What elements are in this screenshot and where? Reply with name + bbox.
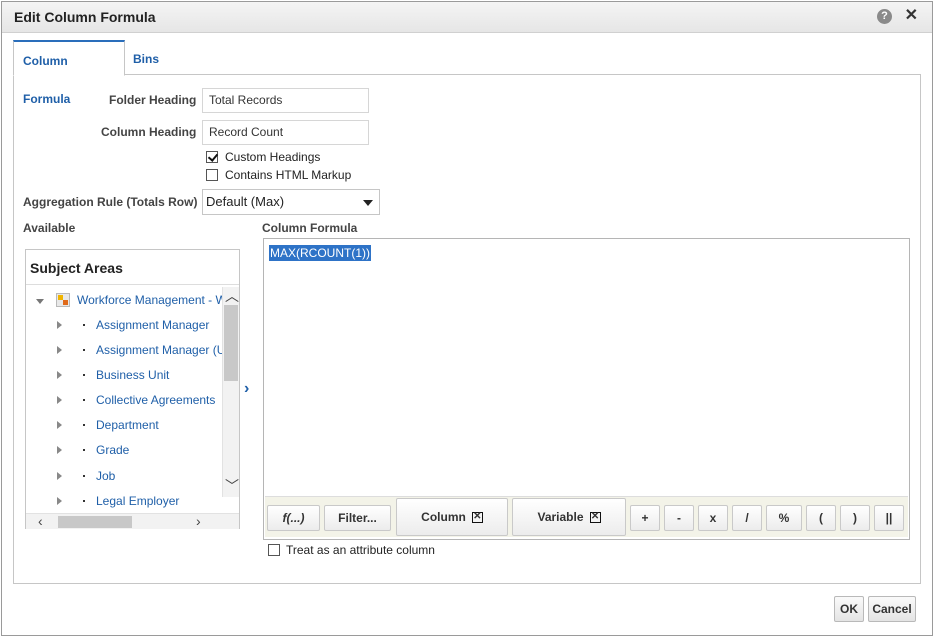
formula-editor[interactable]: MAX(RCOUNT(1)) f(...) Filter... Column ✕ …: [263, 238, 910, 540]
column-formula-label: Column Formula: [262, 221, 358, 235]
tab-bins[interactable]: Bins: [124, 40, 168, 73]
tree-item[interactable]: Grade: [26, 440, 222, 460]
collapsed-triangle-icon[interactable]: [57, 371, 62, 379]
variable-button[interactable]: Variable ✕: [512, 498, 626, 536]
column-button[interactable]: Column ✕: [396, 498, 508, 536]
tree-item[interactable]: Assignment Manager: [26, 315, 222, 335]
scroll-up-icon[interactable]: ︿: [225, 289, 239, 303]
tree-root-item[interactable]: Workforce Management - W: [26, 290, 227, 310]
bullet-icon: [83, 475, 85, 477]
concat-button[interactable]: ||: [874, 505, 904, 531]
close-icon[interactable]: ✕: [905, 7, 918, 25]
formula-text[interactable]: MAX(RCOUNT(1)): [269, 245, 371, 261]
bullet-icon: [83, 424, 85, 426]
close-paren-button[interactable]: ): [840, 505, 870, 531]
cancel-button[interactable]: Cancel: [868, 596, 916, 622]
bullet-icon: [83, 500, 85, 502]
vertical-scrollbar[interactable]: ︿ ﹀: [222, 287, 239, 497]
tree-item-label: Assignment Manager (U: [96, 343, 226, 357]
bullet-icon: [83, 324, 85, 326]
tree-item-label: Job: [96, 469, 116, 483]
column-heading-label: Column Heading: [101, 125, 197, 139]
collapsed-triangle-icon[interactable]: [57, 396, 62, 404]
dropdown-x-icon: ✕: [589, 511, 601, 524]
bullet-icon: [83, 349, 85, 351]
tree-item-label: Grade: [96, 443, 130, 457]
collapsed-triangle-icon[interactable]: [57, 472, 62, 480]
vertical-scroll-thumb[interactable]: [224, 305, 238, 381]
html-markup-checkbox[interactable]: [206, 169, 218, 181]
scroll-down-icon[interactable]: ﹀: [225, 479, 239, 493]
bullet-icon: [83, 399, 85, 401]
tree-item-label: Collective Agreements: [96, 393, 216, 407]
dialog-titlebar: Edit Column Formula ? ✕: [2, 2, 932, 33]
column-heading-input[interactable]: Record Count: [202, 120, 369, 145]
formula-toolbar: f(...) Filter... Column ✕ Variable ✕ + - x…: [265, 496, 908, 537]
tree-item-label: Business Unit: [96, 368, 170, 382]
horizontal-scrollbar[interactable]: ‹ ›: [26, 513, 239, 529]
collapsed-triangle-icon[interactable]: [57, 321, 62, 329]
treat-as-attribute-label: Treat as an attribute column: [286, 543, 435, 557]
scroll-left-icon[interactable]: ‹: [38, 514, 43, 528]
treat-as-attribute-checkbox[interactable]: [268, 544, 280, 556]
help-icon[interactable]: ?: [877, 9, 892, 24]
folder-heading-label: Folder Heading: [109, 93, 197, 107]
percent-button[interactable]: %: [766, 505, 802, 531]
tree-item[interactable]: Collective Agreements: [26, 390, 222, 410]
custom-headings-checkbox[interactable]: [206, 151, 218, 163]
horizontal-scroll-thumb[interactable]: [58, 516, 132, 528]
aggregation-rule-value: Default (Max): [206, 194, 285, 209]
scroll-right-icon[interactable]: ›: [196, 514, 201, 528]
collapsed-triangle-icon[interactable]: [57, 346, 62, 354]
plus-button[interactable]: +: [630, 505, 660, 531]
available-label: Available: [23, 221, 76, 235]
tree-item[interactable]: Assignment Manager (U: [26, 340, 226, 360]
collapsed-triangle-icon[interactable]: [57, 446, 62, 454]
chevron-down-icon: [363, 200, 373, 206]
dialog-title: Edit Column Formula: [14, 9, 156, 25]
minus-button[interactable]: -: [664, 505, 694, 531]
ok-button[interactable]: OK: [834, 596, 864, 622]
html-markup-label: Contains HTML Markup: [225, 168, 352, 182]
filter-button[interactable]: Filter...: [324, 505, 391, 531]
tree-item[interactable]: Job: [26, 466, 222, 486]
tab-column-formula[interactable]: Column Formula: [13, 40, 125, 106]
bullet-icon: [83, 374, 85, 376]
dropdown-x-icon: ✕: [471, 511, 483, 524]
variable-button-label: Variable: [537, 510, 584, 524]
collapsed-triangle-icon[interactable]: [57, 421, 62, 429]
multiply-button[interactable]: x: [698, 505, 728, 531]
add-to-formula-arrow-icon[interactable]: ›: [244, 380, 249, 398]
subject-areas-tree: Workforce Management - W Assignment Mana…: [26, 284, 239, 529]
subject-areas-panel: Subject Areas Workforce Management - W A…: [25, 249, 240, 529]
function-button[interactable]: f(...): [267, 505, 320, 531]
tree-item[interactable]: Business Unit: [26, 365, 222, 385]
tree-item-label: Department: [96, 418, 159, 432]
divide-button[interactable]: /: [732, 505, 762, 531]
expanded-triangle-icon[interactable]: [36, 299, 44, 304]
open-paren-button[interactable]: (: [806, 505, 836, 531]
aggregation-rule-select[interactable]: Default (Max): [202, 189, 380, 215]
collapsed-triangle-icon[interactable]: [57, 497, 62, 505]
folder-heading-input[interactable]: Total Records: [202, 88, 369, 113]
aggregation-rule-label: Aggregation Rule (Totals Row): [23, 195, 198, 209]
bullet-icon: [83, 449, 85, 451]
column-button-label: Column: [421, 510, 466, 524]
custom-headings-label: Custom Headings: [225, 150, 321, 164]
subject-area-icon: [56, 293, 70, 307]
tree-item-label: Assignment Manager: [96, 318, 210, 332]
tree-root-label: Workforce Management - W: [77, 293, 227, 307]
tree-item[interactable]: Department: [26, 415, 222, 435]
tree-item-label: Legal Employer: [96, 494, 180, 508]
subject-areas-title: Subject Areas: [30, 260, 123, 276]
tree-item[interactable]: Legal Employer: [26, 491, 222, 511]
